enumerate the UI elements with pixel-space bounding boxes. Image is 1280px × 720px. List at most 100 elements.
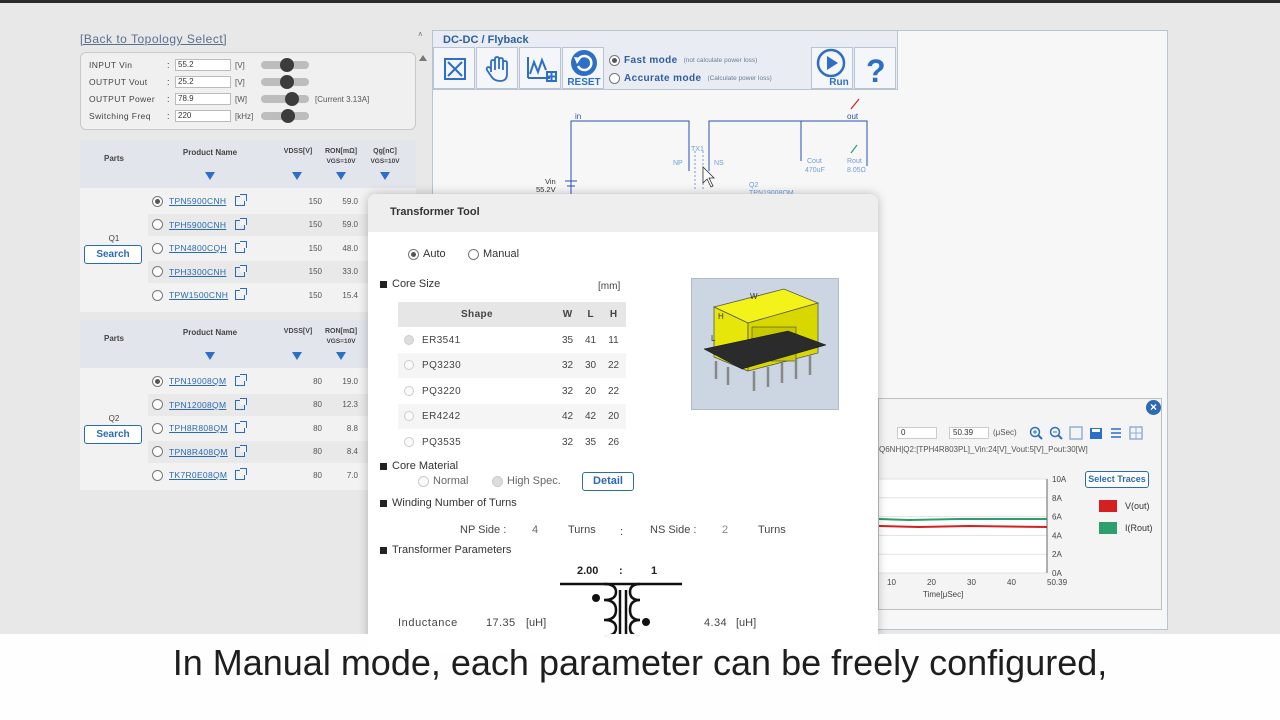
param-slider[interactable] <box>261 75 309 89</box>
product-link[interactable]: TPN12008QM <box>169 400 227 410</box>
slider-knob[interactable] <box>279 58 294 72</box>
scroll-up-icon[interactable] <box>419 55 427 61</box>
core-radio[interactable] <box>404 385 414 396</box>
param-slider[interactable] <box>261 58 309 72</box>
param-slider[interactable] <box>261 92 309 106</box>
param-input[interactable]: 78.9 <box>175 93 231 105</box>
product-link[interactable]: TPH5900CNH <box>169 220 227 230</box>
run-button[interactable]: Run <box>811 47 853 89</box>
list-icon[interactable] <box>1109 426 1123 440</box>
core-l: 42 <box>584 411 597 422</box>
row-radio[interactable] <box>152 375 163 387</box>
row-radio[interactable] <box>152 469 163 481</box>
zoom-in-icon[interactable] <box>1029 426 1043 440</box>
back-to-topology-link[interactable]: [Back to Topology Select] <box>80 32 227 46</box>
external-link-icon[interactable] <box>235 264 247 277</box>
topology-title: DC-DC / Flyback <box>443 34 529 46</box>
np-turns-value[interactable]: 4 <box>532 524 538 536</box>
external-link-icon[interactable] <box>235 397 247 410</box>
product-link[interactable]: TPN4800CQH <box>169 243 227 253</box>
pan-button[interactable] <box>476 47 518 89</box>
manual-radio[interactable] <box>468 248 479 260</box>
accurate-mode-note: (Calculate power loss) <box>707 74 772 82</box>
grid-icon[interactable] <box>1129 426 1143 440</box>
sort-ron-icon[interactable] <box>336 352 346 360</box>
search-button[interactable]: Search <box>84 425 142 444</box>
auto-option[interactable]: Auto <box>408 248 446 260</box>
core-row[interactable]: PQ3220 32 20 22 <box>398 379 626 404</box>
manual-option[interactable]: Manual <box>468 248 519 260</box>
close-waveform-button[interactable]: × <box>1146 400 1161 415</box>
collapse-arrow-icon[interactable]: ˄ <box>418 30 430 40</box>
sort-product-icon[interactable] <box>205 352 215 360</box>
slider-knob[interactable] <box>279 75 294 89</box>
core-row[interactable]: PQ3535 32 35 26 <box>398 430 626 455</box>
reset-button[interactable]: RESET <box>562 47 604 89</box>
help-button[interactable]: ? <box>854 47 896 89</box>
core-radio[interactable] <box>404 436 414 447</box>
param-slider[interactable] <box>261 109 309 123</box>
product-link[interactable]: TPH3300CNH <box>169 267 227 277</box>
detail-button[interactable]: Detail <box>582 472 634 491</box>
fit-view-button[interactable] <box>433 47 475 89</box>
row-radio[interactable] <box>152 266 163 277</box>
accurate-mode-option[interactable]: Accurate mode (Calculate power loss) <box>609 69 772 87</box>
fast-mode-radio[interactable] <box>609 54 620 66</box>
external-link-icon[interactable] <box>235 421 247 433</box>
external-link-icon[interactable] <box>235 468 247 480</box>
accurate-mode-radio[interactable] <box>609 72 620 84</box>
accurate-mode-label: Accurate mode <box>624 72 702 84</box>
sort-vdss-icon[interactable] <box>292 352 302 360</box>
core-radio[interactable] <box>404 411 414 421</box>
param-input[interactable]: 55.2 <box>175 59 231 71</box>
external-link-icon[interactable] <box>235 241 247 253</box>
product-link[interactable]: TPH8R808QM <box>169 423 227 433</box>
external-link-icon[interactable] <box>235 374 247 386</box>
row-radio[interactable] <box>152 242 163 254</box>
product-link[interactable]: TPW1500CNH <box>169 290 228 300</box>
sort-ron-icon[interactable] <box>336 172 346 180</box>
time-end-input[interactable]: 50.39 <box>949 427 989 439</box>
fast-mode-option[interactable]: Fast mode (not calculate power loss) <box>609 51 772 69</box>
core-row[interactable]: ER4242 42 42 20 <box>398 404 626 429</box>
auto-radio[interactable] <box>408 248 419 260</box>
row-radio[interactable] <box>152 399 163 410</box>
external-link-icon[interactable] <box>235 194 247 206</box>
select-traces-button[interactable]: Select Traces <box>1085 471 1149 488</box>
core-radio[interactable] <box>404 360 414 370</box>
core-row[interactable]: ER3541 35 41 11 <box>398 328 626 353</box>
normal-option[interactable]: Normal <box>418 475 468 487</box>
product-link[interactable]: TPN5900CNH <box>169 196 227 206</box>
param-input[interactable]: 220 <box>175 110 231 122</box>
core-h: 26 <box>607 436 620 448</box>
core-row[interactable]: PQ3230 32 30 22 <box>398 353 626 378</box>
external-link-icon[interactable] <box>235 217 247 230</box>
time-start-input[interactable]: 0 <box>897 427 937 439</box>
slider-knob[interactable] <box>284 92 299 106</box>
external-link-icon[interactable] <box>235 288 247 300</box>
normal-radio[interactable] <box>418 475 429 487</box>
fit-icon[interactable] <box>1069 426 1083 440</box>
search-button[interactable]: Search <box>84 245 142 264</box>
product-link[interactable]: TPN19008QM <box>169 376 227 386</box>
ns-turns-value[interactable]: 2 <box>722 524 728 536</box>
core-radio[interactable] <box>404 334 414 345</box>
slider-knob[interactable] <box>281 109 296 123</box>
high-spec-radio[interactable] <box>492 475 503 487</box>
sort-vdss-icon[interactable] <box>292 172 302 180</box>
row-radio[interactable] <box>152 195 163 207</box>
row-radio[interactable] <box>152 422 163 434</box>
high-spec-option[interactable]: High Spec. <box>492 475 561 487</box>
product-link[interactable]: TK7R0E08QM <box>169 470 227 480</box>
waveform-button[interactable] <box>519 47 561 89</box>
product-link[interactable]: TPN8R408QM <box>169 447 227 457</box>
save-icon[interactable] <box>1089 426 1103 440</box>
zoom-out-icon[interactable] <box>1049 426 1063 440</box>
row-radio[interactable] <box>152 446 163 457</box>
param-input[interactable]: 25.2 <box>175 76 231 88</box>
row-radio[interactable] <box>152 219 163 230</box>
sort-qg-icon[interactable] <box>380 172 390 180</box>
sort-product-icon[interactable] <box>205 172 215 180</box>
external-link-icon[interactable] <box>235 444 247 457</box>
row-radio[interactable] <box>152 289 163 301</box>
